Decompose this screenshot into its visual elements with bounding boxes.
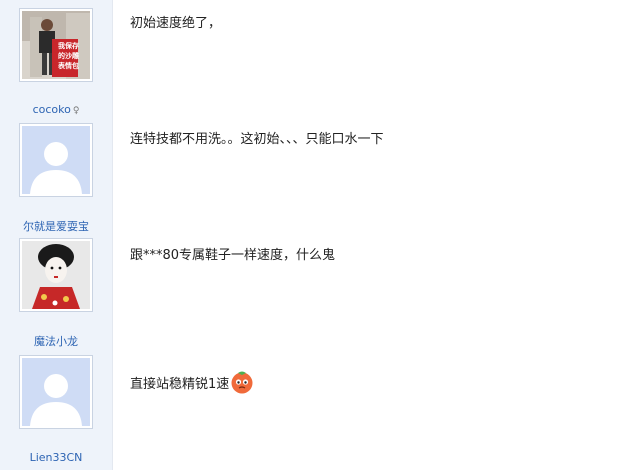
username[interactable]: Lien33CN	[0, 451, 112, 464]
tomato-face-emoji-icon	[230, 370, 254, 398]
post-content-text: 直接站稳精锐1速	[130, 377, 230, 392]
default-avatar-icon	[22, 358, 90, 426]
sidebar-divider	[112, 0, 113, 470]
username-text: cocoko	[32, 103, 71, 116]
avatar-caption: 我保存的沙雕表情包	[58, 42, 79, 70]
post-content: 连特技都不用洗。。这初始、、、只能口水一下	[130, 132, 384, 147]
user-badge-icon: ♀	[72, 106, 80, 116]
username[interactable]: 尔就是爱耍宝	[0, 218, 112, 234]
default-avatar-icon	[22, 126, 90, 194]
post-content: 跟***80专属鞋子一样速度，什么鬼	[130, 248, 336, 263]
post-content: 直接站稳精锐1速	[130, 370, 254, 398]
user-avatar[interactable]	[19, 123, 93, 197]
user-avatar[interactable]: 我保存的沙雕表情包	[19, 8, 93, 82]
username[interactable]: cocoko ♀	[0, 103, 112, 116]
user-avatar[interactable]	[19, 238, 93, 312]
avatar-photo	[22, 241, 90, 309]
user-avatar[interactable]	[19, 355, 93, 429]
username[interactable]: 魔法小龙	[0, 333, 112, 349]
post-content: 初始速度绝了，	[130, 16, 222, 31]
